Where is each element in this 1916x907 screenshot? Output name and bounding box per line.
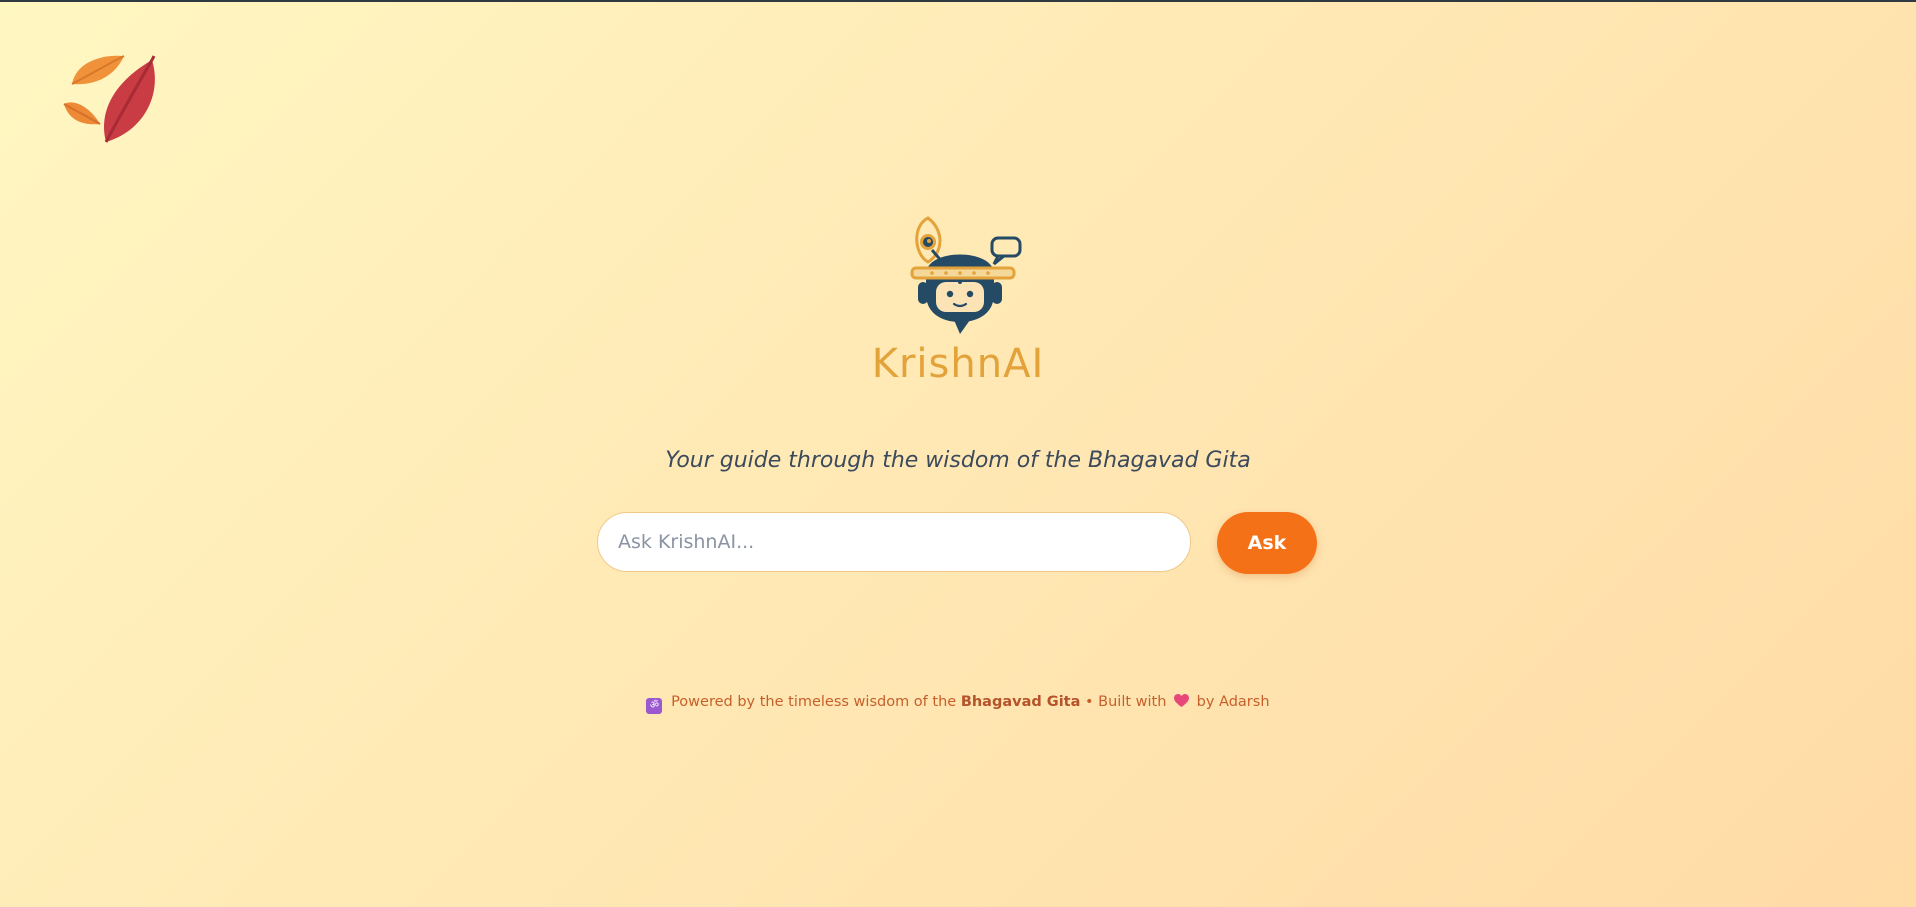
footer-prefix: Powered by the timeless wisdom of the [671, 694, 957, 710]
footer-separator: • [1085, 694, 1094, 710]
krishna-bot-icon [888, 212, 1028, 342]
heart-icon [1174, 694, 1190, 712]
leaves-logo-icon[interactable] [62, 52, 158, 148]
ask-form: Ask [597, 512, 1317, 574]
ask-input[interactable] [597, 512, 1191, 572]
tagline: Your guide through the wisdom of the Bha… [665, 448, 1251, 473]
footer: ॐ Powered by the timeless wisdom of the … [0, 694, 1916, 714]
brand-name: KrishnAI [871, 341, 1045, 387]
footer-built-with: Built with [1098, 694, 1167, 710]
footer-author: by Adarsh [1196, 694, 1270, 710]
ask-button[interactable]: Ask [1217, 512, 1317, 574]
footer-source: Bhagavad Gita [960, 694, 1081, 710]
hero: KrishnAI [0, 212, 1916, 386]
om-symbol-icon: ॐ [646, 698, 663, 714]
